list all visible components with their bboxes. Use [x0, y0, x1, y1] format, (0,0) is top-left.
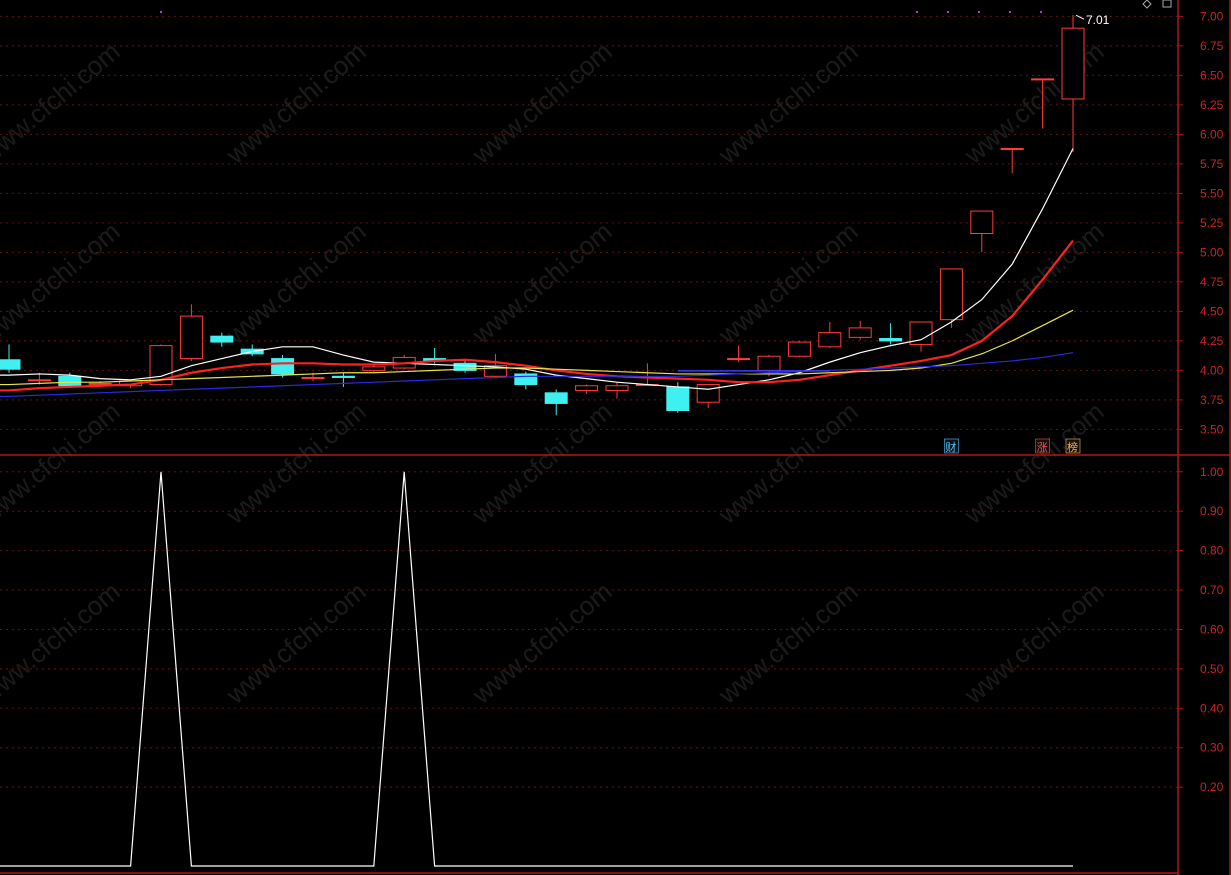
candle-body-down[interactable]: [271, 358, 295, 375]
indicator-tick-label: 0.50: [1200, 662, 1224, 676]
price-tick-label: 5.25: [1200, 216, 1224, 230]
candle-body-up[interactable]: [848, 327, 872, 338]
price-tick-label: 5.75: [1200, 157, 1224, 171]
event-marker-label[interactable]: 涨: [1037, 441, 1048, 454]
top-event-dot: [1009, 11, 1011, 13]
event-marker-label[interactable]: 财: [945, 440, 956, 454]
indicator-tick-label: 1.00: [1200, 465, 1224, 479]
candle-body-up[interactable]: [757, 355, 781, 371]
price-tick-label: 3.75: [1200, 393, 1224, 407]
candle-body-up[interactable]: [939, 268, 963, 321]
price-tick-label: 6.75: [1200, 39, 1224, 53]
price-tick-label: 5.00: [1200, 245, 1224, 259]
indicator-tick-label: 0.20: [1200, 780, 1224, 794]
indicator-tick-label: 0.70: [1200, 583, 1224, 597]
price-tick-label: 7.00: [1200, 9, 1224, 23]
candle-body-up[interactable]: [179, 315, 203, 360]
top-event-dot: [916, 11, 918, 13]
candle-body-up[interactable]: [605, 385, 629, 391]
candle-body-up[interactable]: [727, 358, 751, 361]
candle-body-up[interactable]: [301, 376, 325, 379]
event-marker[interactable]: 榜: [1065, 438, 1081, 454]
candle-body-down[interactable]: [544, 392, 568, 404]
indicator-tick-label: 0.60: [1200, 622, 1224, 636]
candle-body-up[interactable]: [27, 379, 51, 382]
price-tick-label: 6.00: [1200, 127, 1224, 141]
event-marker[interactable]: 财: [944, 438, 959, 454]
candle-body-down[interactable]: [879, 338, 903, 342]
high-price-label: 7.01: [1086, 13, 1110, 27]
candle-body-down[interactable]: [331, 375, 355, 378]
indicator-tick-label: 0.40: [1200, 701, 1224, 715]
candle-body-down[interactable]: [666, 386, 690, 412]
candle-body-up[interactable]: [970, 210, 994, 234]
candle[interactable]: [939, 268, 963, 328]
event-marker-label[interactable]: 榜: [1067, 440, 1078, 454]
top-event-dot: [947, 11, 949, 13]
indicator-tick-label: 0.90: [1200, 504, 1224, 518]
candle-body-down[interactable]: [514, 373, 538, 386]
price-tick-label: 4.00: [1200, 363, 1224, 377]
indicator-tick-label: 0.30: [1200, 741, 1224, 755]
candle-body-up[interactable]: [787, 341, 811, 357]
candle-body-up[interactable]: [1061, 27, 1085, 100]
candle[interactable]: [271, 355, 295, 378]
candle-body-up[interactable]: [88, 382, 112, 385]
candle-body-up[interactable]: [1000, 148, 1024, 151]
price-tick-label: 5.50: [1200, 186, 1224, 200]
price-tick-label: 4.75: [1200, 275, 1224, 289]
top-event-dot: [1040, 11, 1042, 13]
candle-body-down[interactable]: [210, 335, 234, 343]
event-marker[interactable]: 涨: [1035, 438, 1050, 454]
price-tick-label: 3.50: [1200, 422, 1224, 436]
price-tick-label: 4.25: [1200, 334, 1224, 348]
candle-body-down[interactable]: [0, 359, 21, 370]
price-tick-label: 6.25: [1200, 98, 1224, 112]
candle-body-up[interactable]: [362, 366, 386, 371]
top-event-dot: [160, 11, 162, 13]
stock-chart[interactable]: www.cfchi.com www.cfchi.com www.cfchi.com w…: [0, 0, 1231, 875]
candle-body-up[interactable]: [818, 332, 842, 348]
indicator-tick-label: 0.80: [1200, 544, 1224, 558]
top-event-dot: [978, 11, 980, 13]
candle[interactable]: [787, 340, 811, 358]
candle-body-up[interactable]: [696, 384, 720, 403]
price-tick-label: 4.50: [1200, 304, 1224, 318]
price-tick-label: 6.50: [1200, 68, 1224, 82]
candle-body-down[interactable]: [58, 375, 82, 387]
candle-body-up[interactable]: [1031, 78, 1055, 81]
candle-body-up[interactable]: [575, 385, 599, 391]
